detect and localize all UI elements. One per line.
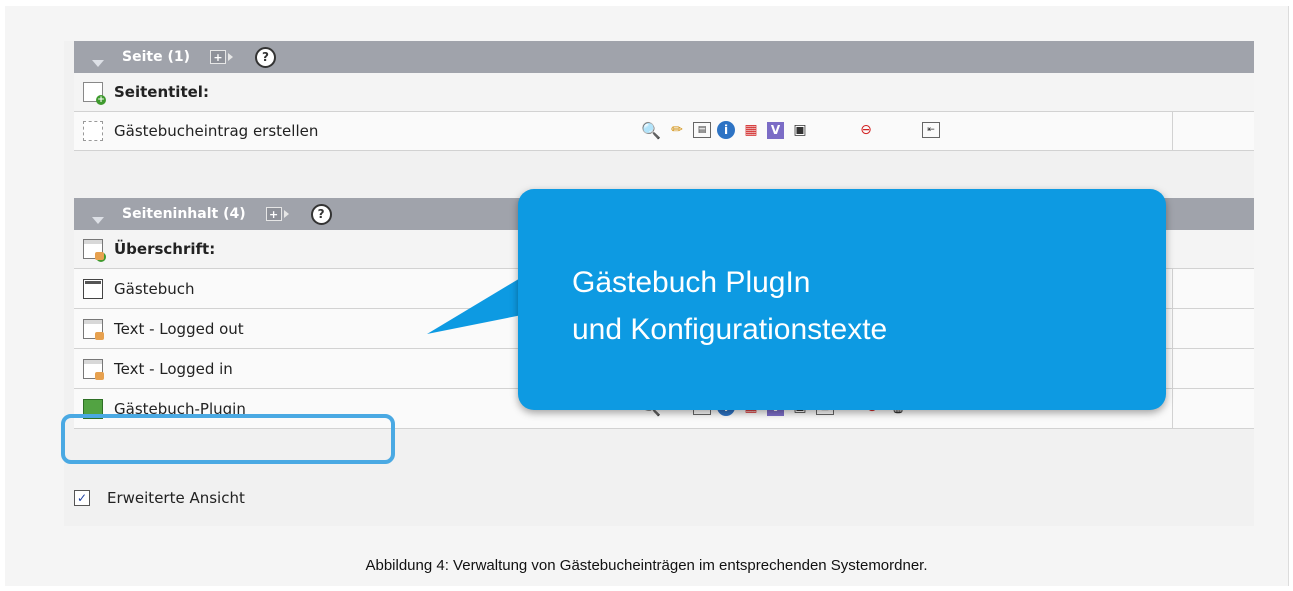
header-content-icon bbox=[83, 278, 103, 299]
section-title: Seite (1) bbox=[122, 49, 190, 65]
column-divider bbox=[1172, 112, 1173, 150]
callout-line-1: Gästebuch PlugIn bbox=[572, 266, 811, 299]
v-icon[interactable]: V bbox=[767, 121, 784, 139]
callout-bubble: Gästebuch PlugIn und Konfigurationstexte bbox=[518, 189, 1166, 410]
expand-arrow-icon bbox=[227, 53, 233, 61]
row-label[interactable]: Text - Logged out bbox=[114, 320, 244, 338]
section-title: Seiteninhalt (4) bbox=[122, 206, 246, 222]
info-icon[interactable]: i bbox=[717, 121, 735, 139]
row-label[interactable]: Gästebucheintrag erstellen bbox=[114, 122, 318, 140]
row-toolbar: 🔍 ✏ ▤ i ▦ V ▣ ⊖ ⇤ bbox=[641, 120, 940, 140]
callout-line-2: und Konfigurationstexte bbox=[572, 313, 888, 346]
plugin-highlight bbox=[61, 414, 395, 464]
column-divider bbox=[1172, 389, 1173, 428]
new-page-icon[interactable]: + bbox=[83, 82, 106, 105]
extended-view-toggle[interactable]: ✓ Erweiterte Ansicht bbox=[74, 489, 245, 507]
expand-arrow-icon bbox=[283, 210, 289, 218]
text-content-icon bbox=[83, 318, 104, 340]
new-content-icon[interactable]: ▣ bbox=[790, 120, 810, 140]
help-icon[interactable]: ? bbox=[254, 46, 276, 68]
column-divider bbox=[1172, 269, 1173, 308]
help-icon[interactable]: ? bbox=[310, 203, 332, 225]
page-icon bbox=[83, 121, 103, 141]
figure-frame: Seite (1) + ? + Seitentitel: Gästebuchei… bbox=[5, 6, 1289, 586]
section-header[interactable]: Seite (1) + ? bbox=[74, 41, 1254, 73]
calendar-icon[interactable]: ▦ bbox=[741, 120, 761, 140]
move-icon[interactable]: ⇤ bbox=[922, 122, 940, 138]
figure-caption: Abbildung 4: Verwaltung von Gästebuchein… bbox=[365, 557, 928, 574]
pencil-icon[interactable]: ✏ bbox=[667, 120, 687, 140]
column-divider bbox=[1172, 309, 1173, 348]
expand-plus-icon[interactable]: + bbox=[265, 207, 282, 221]
row-label[interactable]: Gästebuch bbox=[114, 280, 195, 298]
section-seite: Seite (1) + ? + Seitentitel: Gästebuchei… bbox=[74, 41, 1254, 151]
collapse-triangle-icon[interactable] bbox=[92, 59, 104, 67]
column-header-row: + Seitentitel: bbox=[74, 73, 1254, 112]
row-label[interactable]: Text - Logged in bbox=[114, 360, 233, 378]
hide-icon[interactable]: ⊖ bbox=[856, 120, 876, 140]
table-row[interactable]: Gästebucheintrag erstellen 🔍 ✏ ▤ i ▦ V ▣… bbox=[74, 112, 1254, 151]
column-label: Überschrift: bbox=[114, 240, 216, 258]
collapse-triangle-icon[interactable] bbox=[92, 216, 104, 224]
text-content-icon bbox=[83, 358, 104, 380]
callout-tail bbox=[427, 274, 527, 334]
column-divider bbox=[1172, 349, 1173, 388]
column-label: Seitentitel: bbox=[114, 83, 209, 101]
extended-view-checkbox[interactable]: ✓ bbox=[74, 490, 90, 506]
new-content-icon[interactable]: + bbox=[83, 239, 106, 262]
magnifier-icon[interactable]: 🔍 bbox=[641, 120, 661, 140]
extended-view-label[interactable]: Erweiterte Ansicht bbox=[107, 489, 245, 507]
page-move-icon[interactable]: ▤ bbox=[693, 122, 711, 138]
expand-plus-icon[interactable]: + bbox=[209, 50, 226, 64]
